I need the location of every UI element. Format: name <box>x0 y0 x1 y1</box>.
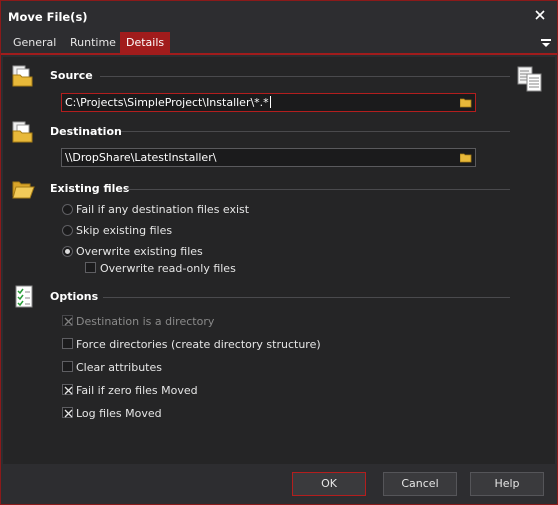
checkbox-label-destination-directory[interactable]: Destination is a directory <box>76 315 214 328</box>
radio-label-overwrite-existing[interactable]: Overwrite existing files <box>76 245 203 258</box>
checkbox-fail-zero-files[interactable] <box>62 384 73 395</box>
existing-files-heading: Existing files <box>50 182 130 195</box>
radio-label-skip-existing[interactable]: Skip existing files <box>76 224 172 237</box>
checkbox-label-fail-zero-files[interactable]: Fail if zero files Moved <box>76 384 198 397</box>
tab-details[interactable]: Details <box>120 32 171 54</box>
window-title: Move File(s) <box>8 10 88 24</box>
options-divider <box>103 297 510 298</box>
close-icon[interactable] <box>532 7 548 23</box>
checkbox-destination-directory[interactable] <box>62 315 73 326</box>
checklist-icon <box>13 285 37 309</box>
title-bar: Move File(s) <box>1 1 557 32</box>
cancel-button[interactable]: Cancel <box>383 472 457 496</box>
details-panel: Source C:\Projects\SimpleProject\Install… <box>3 57 555 464</box>
checkbox-overwrite-readonly[interactable] <box>85 262 96 273</box>
tab-general[interactable]: General <box>7 32 62 54</box>
source-path-value: C:\Projects\SimpleProject\Installer\*.* <box>65 96 269 109</box>
tab-bar: General Runtime Details <box>1 32 557 55</box>
radio-fail-if-exist[interactable] <box>62 204 73 215</box>
source-folder-icon <box>11 64 35 88</box>
tab-menu-icon[interactable] <box>541 38 551 48</box>
copy-files-icon <box>516 65 544 93</box>
destination-path-value: \\DropShare\LatestInstaller\ <box>65 151 217 164</box>
source-heading: Source <box>50 69 93 82</box>
checkbox-label-overwrite-readonly[interactable]: Overwrite read-only files <box>100 262 236 275</box>
destination-divider <box>121 131 510 132</box>
browse-folder-icon[interactable] <box>459 97 472 108</box>
source-divider <box>100 76 510 77</box>
move-files-dialog: Move File(s) General Runtime Details Sou… <box>0 0 558 505</box>
checkbox-label-clear-attributes[interactable]: Clear attributes <box>76 361 162 374</box>
browse-folder-icon[interactable] <box>459 152 472 163</box>
destination-path-input[interactable]: \\DropShare\LatestInstaller\ <box>61 148 476 167</box>
radio-skip-existing[interactable] <box>62 225 73 236</box>
checkbox-label-force-directories[interactable]: Force directories (create directory stru… <box>76 338 321 351</box>
existing-files-divider <box>127 189 510 190</box>
destination-heading: Destination <box>50 125 122 138</box>
tab-runtime[interactable]: Runtime <box>64 32 122 54</box>
dialog-footer: OK Cancel Help <box>1 464 557 504</box>
source-path-input[interactable]: C:\Projects\SimpleProject\Installer\*.* <box>61 93 476 112</box>
checkbox-force-directories[interactable] <box>62 338 73 349</box>
checkbox-clear-attributes[interactable] <box>62 361 73 372</box>
options-heading: Options <box>50 290 99 303</box>
destination-folder-icon <box>11 120 35 144</box>
radio-overwrite-existing[interactable] <box>62 246 73 257</box>
radio-label-fail-if-exist[interactable]: Fail if any destination files exist <box>76 203 249 216</box>
checkbox-log-files-moved[interactable] <box>62 407 73 418</box>
checkbox-label-log-files-moved[interactable]: Log files Moved <box>76 407 162 420</box>
open-folder-icon <box>11 177 35 201</box>
help-button[interactable]: Help <box>470 472 544 496</box>
text-cursor <box>269 96 271 108</box>
ok-button[interactable]: OK <box>292 472 366 496</box>
